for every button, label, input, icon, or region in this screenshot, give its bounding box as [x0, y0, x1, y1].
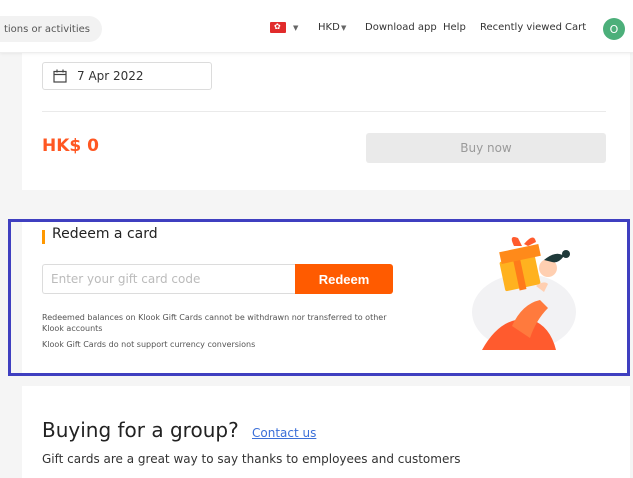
avatar-letter: O [609, 22, 619, 36]
date-picker[interactable]: 7 Apr 2022 [42, 62, 212, 90]
chevron-down-icon[interactable]: ▼ [293, 24, 298, 32]
group-purchase-section: Buying for a group? Contact us Gift card… [22, 386, 630, 478]
redeem-card-section: Redeem a card Redeem Redeemed balances o… [22, 220, 630, 376]
hong-kong-flag-icon[interactable]: ✿ [270, 22, 286, 33]
avatar[interactable]: O [603, 18, 625, 40]
redeem-note: Redeemed balances on Klook Gift Cards ca… [42, 313, 387, 333]
divider [42, 111, 606, 112]
buy-now-button[interactable]: Buy now [366, 133, 606, 163]
search-input[interactable]: tions or activities [0, 16, 102, 42]
nav-cart[interactable]: Cart [565, 22, 586, 33]
calendar-icon [53, 69, 67, 83]
contact-us-link[interactable]: Contact us [252, 426, 316, 440]
nav-recently-viewed[interactable]: Recently viewed [480, 22, 562, 33]
nav-help[interactable]: Help [443, 22, 466, 33]
top-navigation-bar: tions or activities ✿ ▼ HKD ▼ Download a… [0, 0, 633, 53]
redeem-title: Redeem a card [52, 226, 158, 242]
redeem-button[interactable]: Redeem [295, 264, 393, 294]
group-title: Buying for a group? [42, 418, 239, 442]
flag-flower-icon: ✿ [274, 22, 281, 31]
total-price: HK$ 0 [42, 136, 99, 156]
currency-selector[interactable]: HKD [318, 22, 340, 33]
group-subtitle: Gift cards are a great way to say thanks… [42, 452, 461, 466]
gift-illustration-icon [472, 237, 576, 350]
title-accent-bar [42, 230, 45, 244]
gift-card-code-input[interactable] [42, 264, 296, 294]
nav-download-app[interactable]: Download app [365, 22, 437, 33]
search-placeholder: tions or activities [3, 23, 90, 35]
redeem-note: Klook Gift Cards do not support currency… [42, 340, 256, 349]
chevron-down-icon[interactable]: ▼ [341, 24, 346, 32]
selected-date: 7 Apr 2022 [77, 69, 144, 83]
booking-card: 7 Apr 2022 HK$ 0 Buy now [22, 40, 630, 190]
